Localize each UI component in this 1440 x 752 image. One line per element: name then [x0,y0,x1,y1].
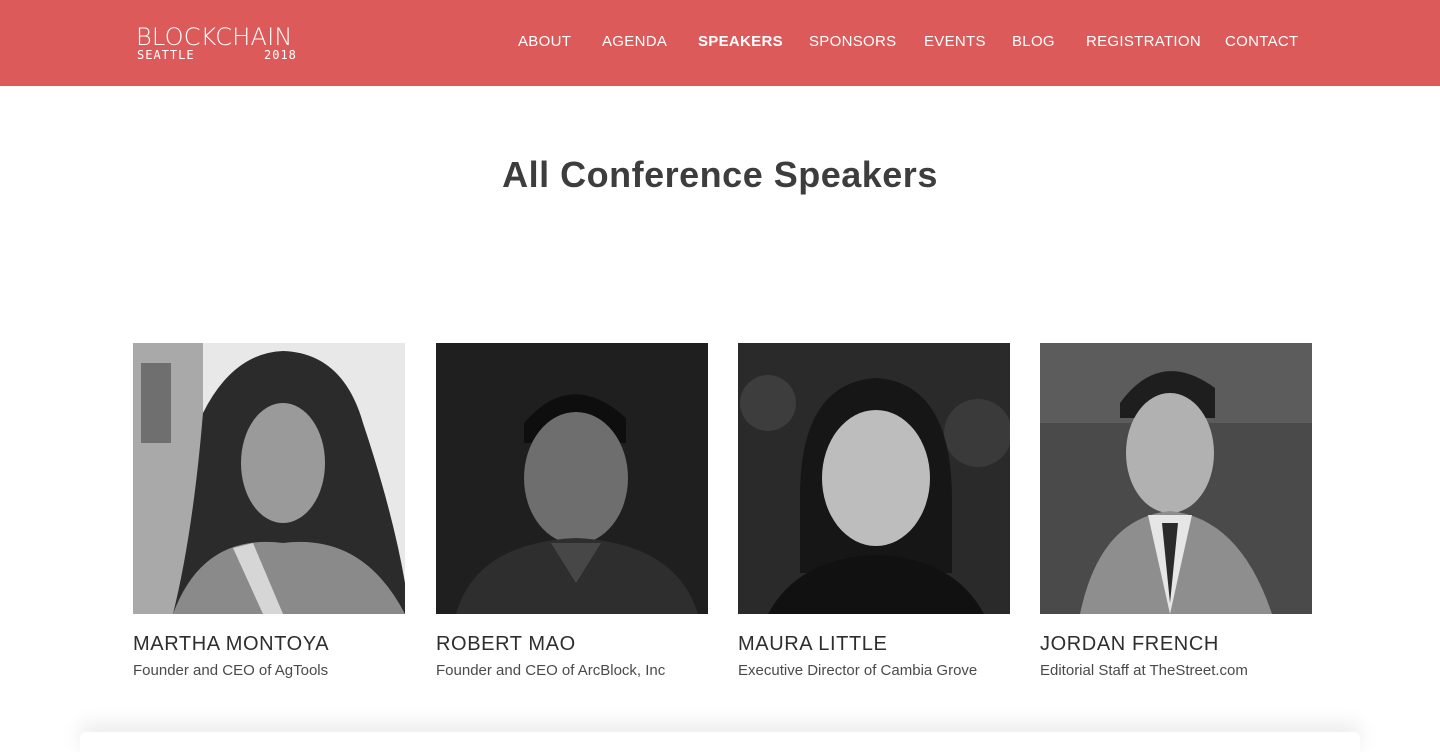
nav-blog[interactable]: BLOG [1012,33,1055,51]
speaker-role: Executive Director of Cambia Grove [738,662,978,679]
site-header: BLOCKCHAIN SEATTLE 2018 ABOUT AGENDA SPE… [0,0,1440,86]
speaker-photo[interactable] [738,343,1010,614]
speaker-name: ROBERT MAO [436,633,576,655]
nav-sponsors[interactable]: SPONSORS [809,33,896,51]
nav-contact[interactable]: CONTACT [1225,33,1298,51]
page-title: All Conference Speakers [502,154,938,195]
nav-about[interactable]: ABOUT [518,33,571,51]
speaker-card[interactable]: MARTHA MONTOYA Founder and CEO of AgTool… [133,343,405,688]
main-nav: ABOUT AGENDA SPEAKERS SPONSORS EVENTS BL… [0,0,1440,86]
speaker-name: MARTHA MONTOYA [133,633,330,655]
speaker-name: MAURA LITTLE [738,633,888,655]
speaker-role: Founder and CEO of AgTools [133,662,329,679]
speaker-card[interactable]: JORDAN FRENCH Editorial Staff at TheStre… [1040,343,1312,688]
nav-speakers[interactable]: SPEAKERS [698,33,783,51]
nav-events[interactable]: EVENTS [924,33,986,51]
speaker-card[interactable]: MAURA LITTLE Executive Director of Cambi… [738,343,1010,688]
speaker-role: Founder and CEO of ArcBlock, Inc [436,662,666,679]
speaker-photo[interactable] [436,343,708,614]
nav-agenda[interactable]: AGENDA [602,33,667,51]
speaker-role: Editorial Staff at TheStreet.com [1040,662,1248,679]
speaker-photo[interactable] [133,343,405,614]
speaker-card[interactable]: ROBERT MAO Founder and CEO of ArcBlock, … [436,343,708,688]
next-section-edge [80,732,1360,752]
speaker-name: JORDAN FRENCH [1040,633,1219,655]
speaker-photo[interactable] [1040,343,1312,614]
nav-registration[interactable]: REGISTRATION [1086,33,1201,51]
